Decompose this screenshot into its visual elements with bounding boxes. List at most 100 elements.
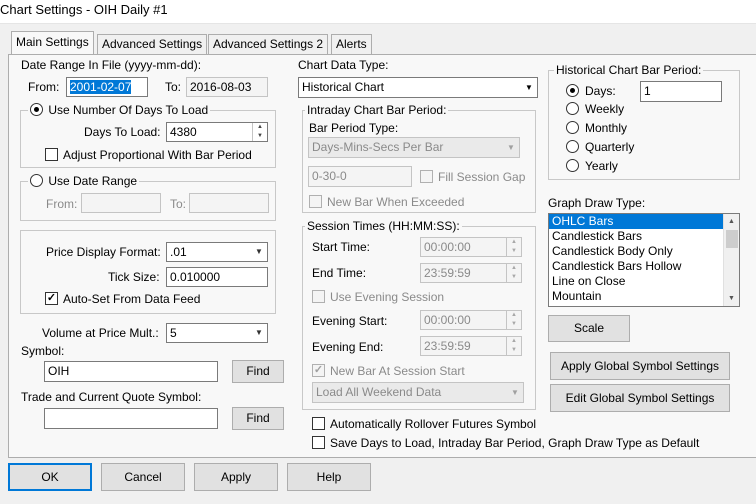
symbol-label: Symbol:	[21, 344, 65, 358]
trade-symbol-input[interactable]	[44, 408, 218, 429]
fill-session-gap-label: Fill Session Gap	[438, 170, 526, 184]
range-to-label: To:	[170, 197, 187, 211]
start-time-spinner[interactable]: ▲ ▼	[506, 238, 521, 256]
session-times-title: Session Times (HH:MM:SS):	[305, 219, 462, 233]
date-range-label: Date Range In File (yyyy-mm-dd):	[21, 58, 202, 72]
days-to-load-spinner[interactable]: ▲ ▼	[252, 123, 267, 141]
tick-size-label: Tick Size:	[108, 270, 160, 284]
help-button[interactable]: Help	[287, 463, 371, 491]
scale-button[interactable]: Scale	[548, 315, 630, 342]
trade-symbol-label: Trade and Current Quote Symbol:	[21, 390, 202, 404]
use-days-radio[interactable]	[30, 103, 43, 117]
to-label: To:	[165, 80, 182, 94]
use-date-range-label: Use Date Range	[48, 174, 138, 188]
bar-period-type-label: Bar Period Type:	[309, 121, 399, 135]
intraday-group-title: Intraday Chart Bar Period:	[305, 103, 449, 117]
chevron-down-icon: ▼	[255, 328, 263, 337]
list-item[interactable]: OHLC Bars	[549, 214, 739, 229]
tab-main-settings[interactable]: Main Settings	[11, 31, 94, 55]
end-time-spinner[interactable]: ▲ ▼	[506, 264, 521, 282]
yearly-radio[interactable]	[566, 159, 579, 172]
monthly-radio[interactable]	[566, 121, 579, 134]
scrollbar-thumb[interactable]	[726, 230, 738, 248]
chart-data-type-label: Chart Data Type:	[298, 58, 389, 72]
save-default-label: Save Days to Load, Intraday Bar Period, …	[330, 436, 700, 450]
use-days-label: Use Number Of Days To Load	[48, 103, 209, 117]
chevron-down-icon: ▼	[511, 388, 519, 397]
price-display-format-label: Price Display Format:	[46, 245, 161, 259]
chevron-down-icon: ▼	[525, 83, 533, 92]
yearly-radio-label: Yearly	[585, 159, 618, 173]
bar-period-input: 0-30-0	[308, 166, 412, 187]
window-title: Chart Settings - OIH Daily #1	[0, 2, 168, 17]
tab-advanced-settings-2[interactable]: Advanced Settings 2	[208, 34, 329, 54]
quarterly-radio[interactable]	[566, 140, 579, 153]
auto-rollover-label: Automatically Rollover Futures Symbol	[330, 417, 537, 431]
list-item[interactable]: Mountain	[549, 289, 739, 304]
symbol-find-button[interactable]: Find	[232, 360, 284, 383]
tab-advanced-settings[interactable]: Advanced Settings	[97, 34, 208, 54]
trade-symbol-find-button[interactable]: Find	[232, 407, 284, 430]
chevron-down-icon: ▼	[507, 143, 515, 152]
apply-global-symbol-settings-button[interactable]: Apply Global Symbol Settings	[550, 352, 730, 380]
days-radio-label: Days:	[585, 84, 616, 98]
days-radio[interactable]	[566, 84, 579, 97]
use-evening-session-label: Use Evening Session	[330, 290, 445, 304]
save-default-checkbox[interactable]	[312, 436, 325, 449]
monthly-radio-label: Monthly	[585, 121, 628, 135]
new-bar-exceeded-checkbox[interactable]	[309, 195, 322, 208]
weekend-data-select[interactable]: Load All Weekend Data ▼	[312, 382, 524, 403]
bar-period-type-select[interactable]: Days-Mins-Secs Per Bar ▼	[308, 137, 520, 158]
range-to-field	[189, 193, 269, 213]
fill-session-gap-checkbox[interactable]	[420, 170, 433, 183]
graph-draw-type-list[interactable]: OHLC Bars Candlestick Bars Candlestick B…	[548, 213, 740, 307]
adjust-proportional-checkbox[interactable]	[45, 148, 58, 161]
adjust-proportional-label: Adjust Proportional With Bar Period	[63, 148, 252, 162]
list-item[interactable]: Candlestick Bars Hollow	[549, 259, 739, 274]
quarterly-radio-label: Quarterly	[585, 140, 635, 154]
new-bar-session-start-label: New Bar At Session Start	[330, 364, 465, 378]
new-bar-session-start-checkbox[interactable]: ✓	[312, 364, 325, 377]
list-item[interactable]: Candlestick Body Only	[549, 244, 739, 259]
range-from-label: From:	[46, 197, 78, 211]
from-date-field[interactable]: 2001-02-07	[66, 77, 148, 97]
tab-alerts[interactable]: Alerts	[331, 34, 372, 54]
chart-data-type-select[interactable]: Historical Chart ▼	[298, 77, 538, 98]
symbol-input[interactable]: OIH	[44, 361, 218, 382]
evening-end-label: Evening End:	[312, 340, 384, 354]
from-label: From:	[28, 80, 60, 94]
range-from-field	[81, 193, 161, 213]
chevron-down-icon: ▼	[255, 247, 263, 256]
days-to-load-label: Days To Load:	[84, 125, 161, 139]
graph-draw-type-label: Graph Draw Type:	[548, 196, 646, 210]
autoset-checkbox[interactable]: ✓	[45, 292, 58, 305]
period-days-input[interactable]: 1	[640, 81, 722, 102]
tick-size-input[interactable]: 0.010000	[166, 267, 268, 287]
volume-mult-label: Volume at Price Mult.:	[42, 326, 159, 340]
end-time-label: End Time:	[312, 266, 367, 280]
title-bar: Chart Settings - OIH Daily #1	[0, 0, 756, 24]
apply-button[interactable]: Apply	[194, 463, 278, 491]
use-evening-session-checkbox[interactable]	[312, 290, 325, 303]
use-date-range-radio[interactable]	[30, 174, 43, 188]
weekly-radio[interactable]	[566, 102, 579, 115]
evening-start-spinner[interactable]: ▲ ▼	[506, 311, 521, 329]
start-time-label: Start Time:	[312, 240, 371, 254]
chevron-down-icon[interactable]: ▼	[724, 291, 739, 306]
auto-rollover-checkbox[interactable]	[312, 417, 325, 430]
new-bar-exceeded-label: New Bar When Exceeded	[327, 195, 465, 209]
weekly-radio-label: Weekly	[585, 102, 625, 116]
historical-bar-period-title: Historical Chart Bar Period:	[554, 63, 704, 77]
evening-end-spinner[interactable]: ▲ ▼	[506, 337, 521, 355]
list-item[interactable]: Candlestick Bars	[549, 229, 739, 244]
ok-button[interactable]: OK	[8, 463, 92, 491]
price-display-format-select[interactable]: .01 ▼	[166, 242, 268, 262]
volume-mult-select[interactable]: 5 ▼	[166, 323, 268, 343]
cancel-button[interactable]: Cancel	[101, 463, 185, 491]
list-item[interactable]: Line on Close	[549, 274, 739, 289]
to-date-field: 2016-08-03	[186, 77, 268, 97]
chevron-up-icon[interactable]: ▲	[724, 214, 739, 229]
list-scrollbar[interactable]: ▲ ▼	[723, 214, 739, 306]
edit-global-symbol-settings-button[interactable]: Edit Global Symbol Settings	[550, 384, 730, 412]
date-range-radio-row: Use Date Range	[28, 174, 140, 189]
